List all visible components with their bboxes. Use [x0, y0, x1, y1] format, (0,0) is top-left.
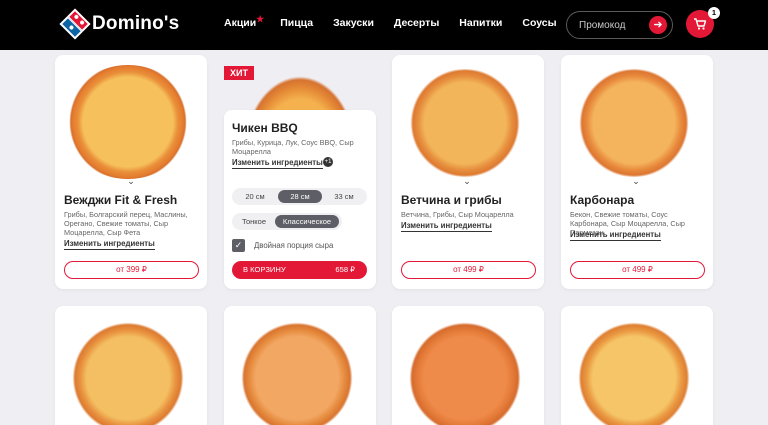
brand-name: Domino's — [92, 13, 180, 34]
pizza-name: Ветчина и грибы — [401, 193, 502, 207]
nav-item-drinks[interactable]: Напитки — [459, 17, 502, 29]
pizza-image[interactable] — [573, 322, 695, 425]
size-option-33[interactable]: 33 см — [324, 190, 364, 203]
product-card[interactable]: Вежджи Fit & Fresh Грибы, Болгарский пер… — [55, 55, 207, 289]
promo-field: ➜ — [566, 11, 673, 39]
size-option-20[interactable]: 20 см — [235, 190, 275, 203]
pizza-image[interactable] — [63, 65, 193, 179]
add-to-cart-price: 658 ₽ — [335, 265, 355, 274]
add-to-cart-label: В КОРЗИНУ — [243, 265, 286, 274]
change-ingredients-link[interactable]: Изменить ингредиенты — [401, 221, 492, 232]
pizza-ingredients: Грибы, Болгарский перец, Маслины, Ореган… — [64, 210, 188, 237]
pizza-image[interactable] — [573, 69, 695, 177]
change-ingredients-link[interactable]: Изменить ингредиенты — [64, 239, 155, 250]
main-nav: Акции ★ Пицца Закуски Десерты Напитки Соу… — [224, 14, 577, 29]
product-card[interactable] — [561, 306, 713, 425]
chevron-down-icon[interactable]: ⌄ — [460, 177, 474, 186]
product-card[interactable] — [224, 306, 376, 425]
cart-count-badge: 1 — [708, 7, 720, 19]
pizza-image[interactable] — [67, 322, 189, 425]
pizza-ingredients: Грибы, Курица, Лук, Соус BBQ, Сыр Моцаре… — [232, 138, 354, 156]
promo-input[interactable] — [579, 18, 649, 33]
nav-item-snacks[interactable]: Закуски — [333, 17, 374, 29]
pizza-name: Карбонара — [570, 193, 635, 207]
crust-selector: Тонкое Классическое — [232, 213, 342, 230]
expanded-card-header: ⌄ Чикен BBQ Грибы, Курица, Лук, Соус BBQ… — [224, 110, 376, 180]
pizza-image[interactable] — [404, 69, 526, 177]
chevron-down-icon[interactable]: ⌄ — [124, 177, 138, 186]
change-ingredients-link[interactable]: Изменить ингредиенты — [232, 158, 323, 169]
crust-option-thin[interactable]: Тонкое — [235, 215, 273, 228]
pizza-ingredients: Ветчина, Грибы, Сыр Моцарелла — [401, 210, 514, 219]
nav-item-pizza[interactable]: Пицца — [280, 17, 313, 29]
product-card[interactable] — [55, 306, 207, 425]
chevron-down-icon[interactable]: ⌄ — [293, 110, 307, 112]
extra-ingredients-badge: +1 — [323, 157, 333, 167]
price-button[interactable]: от 499 ₽ — [570, 261, 705, 279]
nav-item-promotions[interactable]: Акции ★ — [224, 14, 264, 29]
price-button[interactable]: от 399 ₽ — [64, 261, 199, 279]
domino-tile-icon — [59, 8, 91, 40]
product-card[interactable]: ⌄ Карбонара Бекон, Свежие томаты, Соус К… — [561, 55, 713, 289]
star-icon: ★ — [256, 14, 265, 24]
pizza-image[interactable] — [404, 322, 526, 425]
cart-icon — [694, 18, 707, 30]
price-button[interactable]: от 499 ₽ — [401, 261, 536, 279]
double-cheese-label: Двойная порция сыра — [254, 241, 334, 250]
size-selector: 20 см 28 см 33 см — [232, 188, 367, 205]
cart-button[interactable]: 1 — [686, 7, 720, 38]
brand-logo[interactable]: Domino's — [59, 8, 180, 40]
add-to-cart-button[interactable]: В КОРЗИНУ 658 ₽ — [232, 261, 367, 279]
pizza-name: Чикен BBQ — [232, 121, 298, 135]
hit-badge: ХИТ — [224, 66, 254, 80]
product-card[interactable] — [392, 306, 544, 425]
pizza-image[interactable] — [236, 322, 358, 425]
checkmark-icon: ✓ — [234, 240, 243, 250]
change-ingredients-link[interactable]: Изменить ингредиенты — [570, 230, 661, 241]
pizza-name: Вежджи Fit & Fresh — [64, 193, 178, 207]
crust-option-classic[interactable]: Классическое — [275, 215, 339, 228]
arrow-right-icon[interactable]: ➜ — [649, 16, 667, 34]
chevron-down-icon[interactable]: ⌄ — [629, 177, 643, 186]
nav-item-desserts[interactable]: Десерты — [394, 17, 439, 29]
nav-item-sauces[interactable]: Соусы — [522, 17, 556, 29]
double-cheese-checkbox[interactable]: ✓ — [232, 239, 245, 252]
top-header: Domino's Акции ★ Пицца Закуски Десерты На… — [0, 0, 768, 50]
size-option-28[interactable]: 28 см — [278, 190, 322, 203]
product-card[interactable]: ⌄ Ветчина и грибы Ветчина, Грибы, Сыр Мо… — [392, 55, 544, 289]
